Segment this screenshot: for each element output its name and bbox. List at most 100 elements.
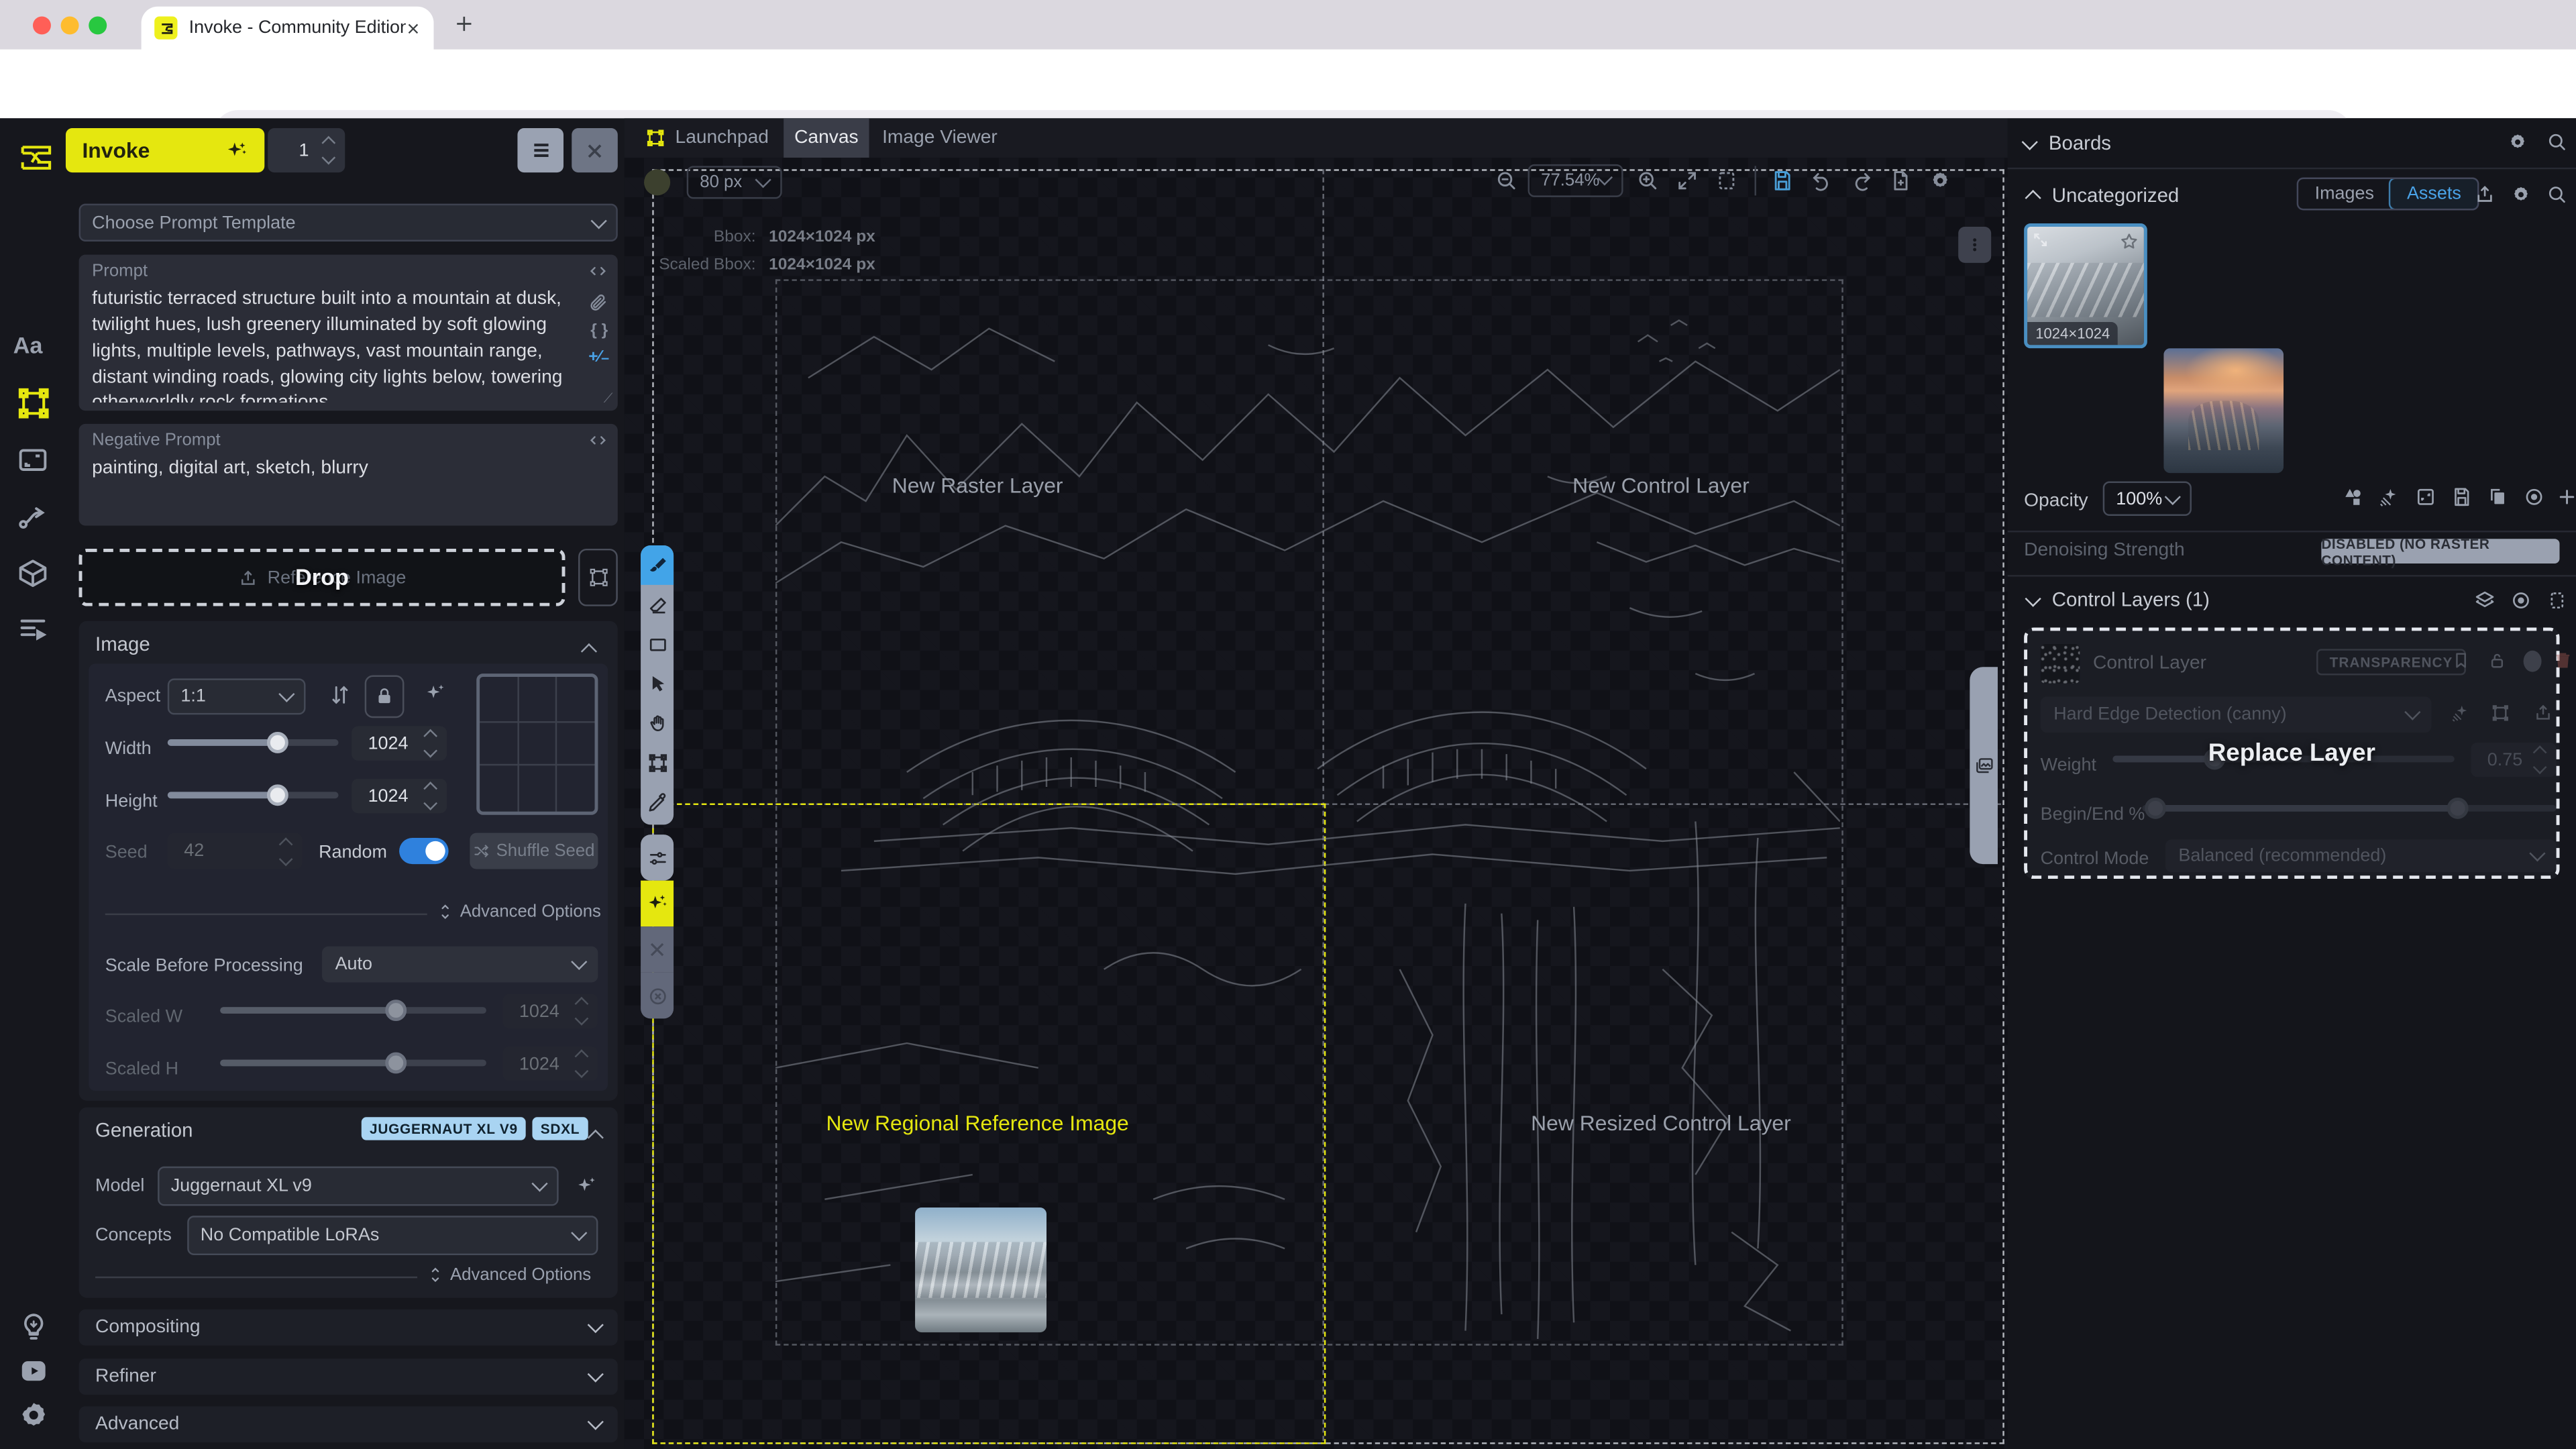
begin-end-slider[interactable] (2142, 795, 2556, 821)
plus-minus-icon[interactable]: +∕₋ (588, 348, 609, 366)
tab-close-icon[interactable] (406, 21, 421, 36)
rectangle-tool[interactable] (641, 625, 674, 664)
reference-image-dropzone[interactable]: Reference Image Drop (79, 549, 566, 606)
height-slider[interactable] (168, 782, 339, 808)
random-toggle[interactable] (399, 838, 448, 864)
tab-canvas[interactable]: Canvas (784, 118, 869, 158)
filter-wand-icon[interactable] (2451, 703, 2471, 722)
gallery-settings-icon[interactable] (2510, 184, 2532, 205)
fit-bbox-icon[interactable] (1715, 169, 1738, 192)
prompt-textarea[interactable]: futuristic terraced structure built into… (92, 288, 582, 402)
rail-gallery-icon[interactable] (16, 443, 49, 476)
save-canvas-icon[interactable] (1771, 169, 1794, 192)
image-advanced-options[interactable]: Advanced Options (437, 902, 600, 921)
aspect-select[interactable]: 1:1 (168, 678, 306, 714)
gallery-search-icon[interactable] (2546, 184, 2568, 205)
control-layers-header[interactable]: Control Layers (1) (2027, 588, 2210, 611)
new-tab-button[interactable] (453, 13, 475, 35)
board-header[interactable]: Uncategorized (2027, 184, 2179, 207)
width-slider[interactable] (168, 729, 339, 755)
tab-launchpad[interactable]: Launchpad (676, 128, 769, 148)
rail-models-icon[interactable] (16, 557, 49, 590)
bookmark-icon[interactable] (2451, 651, 2471, 670)
window-minimize-button[interactable] (61, 16, 79, 34)
paperclip-icon[interactable] (588, 292, 608, 312)
fit-to-view-icon[interactable] (1676, 169, 1699, 192)
rail-canvas-icon[interactable] (16, 386, 50, 421)
layers-visibility-icon[interactable] (2510, 590, 2532, 611)
height-input[interactable]: 1024 (352, 779, 447, 813)
advanced-section-bar[interactable]: Advanced (79, 1406, 618, 1442)
zoom-level-select[interactable]: 77.54% (1528, 164, 1623, 197)
rail-settings-icon[interactable] (18, 1400, 50, 1432)
zoom-in-icon[interactable] (1636, 169, 1659, 192)
swap-dimensions-icon[interactable] (329, 684, 352, 706)
layer-bbox-icon[interactable] (2491, 703, 2510, 722)
scale-select[interactable]: Auto (322, 947, 598, 983)
concepts-select[interactable]: No Compatible LoRAs (187, 1216, 598, 1255)
reference-bbox-button[interactable] (578, 549, 618, 606)
layer-visibility-icon[interactable] (2524, 486, 2545, 508)
control-layer-card[interactable]: Control Layer TRANSPARENCY Hard Edge Det… (2024, 628, 2559, 879)
window-zoom-button[interactable] (89, 16, 107, 34)
compositing-section-bar[interactable]: Compositing (79, 1309, 618, 1346)
color-picker-tool[interactable] (641, 782, 674, 822)
brush-size-select[interactable]: 80 px (687, 166, 782, 199)
model-select[interactable]: Juggernaut XL v9 (158, 1167, 559, 1206)
brush-color-swatch[interactable] (644, 169, 670, 195)
layers-bbox-icon[interactable] (2546, 590, 2568, 611)
model-sparkle-icon[interactable] (575, 1175, 598, 1197)
new-inpaint-mask-icon[interactable] (2415, 486, 2436, 508)
eraser-tool[interactable] (641, 585, 674, 625)
layers-icon[interactable] (2474, 590, 2496, 611)
canvas-menu-button[interactable] (1958, 227, 1991, 263)
images-tab[interactable]: Images (2298, 179, 2390, 209)
rail-tips-icon[interactable] (18, 1311, 50, 1342)
rail-prompts-icon[interactable]: Aa (13, 332, 43, 358)
brush-tool[interactable] (641, 545, 674, 585)
optimize-button[interactable] (641, 881, 674, 927)
collapse-icon[interactable] (581, 643, 597, 659)
asset-thumbnail-selected[interactable]: 1024×1024 (2024, 223, 2147, 348)
filter-button[interactable] (641, 835, 674, 881)
boards-settings-icon[interactable] (2507, 131, 2528, 153)
add-layer-icon[interactable] (2557, 486, 2576, 508)
open-in-viewer-icon[interactable] (2032, 231, 2048, 248)
tab-image-viewer[interactable]: Image Viewer (882, 128, 998, 148)
delete-layer-icon[interactable] (2553, 651, 2573, 670)
new-raster-layer-icon[interactable] (2343, 486, 2364, 508)
pan-tool[interactable] (641, 703, 674, 743)
undo-icon[interactable] (1811, 169, 1833, 192)
negative-prompt-textarea[interactable]: painting, digital art, sketch, blurry (92, 458, 585, 517)
refiner-section-bar[interactable]: Refiner (79, 1358, 618, 1395)
invoke-button[interactable]: Invoke (66, 128, 264, 172)
save-layer-icon[interactable] (2451, 486, 2473, 508)
new-control-layer-icon[interactable] (2379, 486, 2400, 508)
asset-thumbnail-2[interactable] (2163, 348, 2284, 473)
lock-aspect-button[interactable] (365, 676, 405, 718)
star-icon[interactable] (2119, 231, 2139, 251)
clear-queue-button[interactable] (572, 128, 618, 172)
braces-icon[interactable]: { } (590, 322, 608, 340)
rail-video-icon[interactable] (18, 1355, 50, 1387)
layer-upload-icon[interactable] (2533, 703, 2553, 722)
filter-select[interactable]: Hard Edge Detection (canny) (2041, 696, 2432, 733)
redo-icon[interactable] (1850, 169, 1873, 192)
select-tool[interactable] (641, 663, 674, 703)
opacity-select[interactable]: 100% (2103, 482, 2192, 516)
gallery-toggle-button[interactable] (1970, 667, 1998, 864)
code-icon[interactable] (588, 261, 608, 280)
boards-search-icon[interactable] (2546, 131, 2568, 153)
new-canvas-icon[interactable] (1889, 169, 1912, 192)
control-mode-select[interactable]: Balanced (recommended) (2165, 839, 2557, 872)
resize-handle[interactable]: ⟋ (604, 391, 613, 407)
browser-tab[interactable]: Invoke - Community Edition (142, 7, 434, 50)
batch-count-input[interactable]: 1 (268, 128, 345, 172)
queue-menu-button[interactable] (517, 128, 564, 172)
prompt-template-select[interactable]: Choose Prompt Template (79, 204, 618, 241)
assets-tab[interactable]: Assets (2389, 177, 2479, 210)
zoom-out-icon[interactable] (1495, 169, 1518, 192)
canvas-settings-icon[interactable] (1929, 169, 1951, 192)
code-icon[interactable] (588, 431, 608, 450)
duplicate-layer-icon[interactable] (2487, 486, 2509, 508)
